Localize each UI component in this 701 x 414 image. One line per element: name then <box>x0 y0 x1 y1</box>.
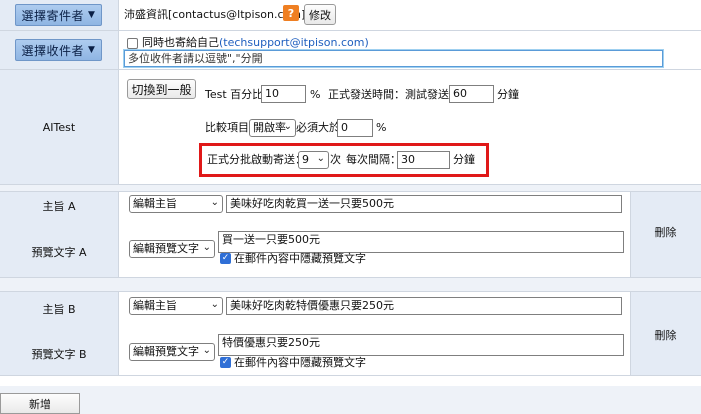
send-to-self-checkbox[interactable] <box>127 38 138 49</box>
dropdown-arrow-icon: ▼ <box>88 10 96 20</box>
divider <box>0 30 701 31</box>
divider <box>0 191 701 192</box>
chevron-down-icon: ⌄ <box>210 299 219 310</box>
chevron-down-icon: ⌄ <box>202 345 211 356</box>
edit-sender-button[interactable]: 修改 <box>304 4 336 25</box>
divider <box>118 0 119 184</box>
chevron-down-icon: ⌄ <box>202 242 211 253</box>
delete-b-button[interactable]: 刪除 <box>630 327 701 343</box>
self-email: (techsupport@itpison.com) <box>219 36 369 49</box>
divider <box>0 184 701 185</box>
divider <box>0 69 701 70</box>
compare-select[interactable]: 開啟率 ⌄ <box>249 119 296 137</box>
subject-b-input[interactable]: 美味好吃肉乾特價優惠只要250元 <box>226 297 622 315</box>
preview-b-select-value: 編輯預覽文字 <box>133 345 199 358</box>
preview-a-select[interactable]: 編輯預覽文字 ⌄ <box>129 240 215 258</box>
send-to-self-label: 同時也寄給自己(techsupport@itpison.com) <box>142 36 369 49</box>
test-percent-unit: % <box>310 88 321 101</box>
footer-bg <box>0 386 701 414</box>
must-exceed-input[interactable]: 0 <box>337 119 373 137</box>
batch-count-select[interactable]: 9 ⌄ <box>298 151 329 169</box>
delete-a-button[interactable]: 刪除 <box>630 224 701 240</box>
subject-b-select-value: 編輯主旨 <box>133 299 177 312</box>
chevron-down-icon: ⌄ <box>316 153 325 164</box>
between-variants-gap <box>0 277 701 291</box>
must-exceed-label: 必須大於 <box>296 121 340 134</box>
compare-label: 比較項目 <box>205 121 249 134</box>
official-time-label: 正式發送時間：測試發送後 <box>328 88 460 101</box>
preview-b-input[interactable]: 特價優惠只要250元 <box>218 334 624 356</box>
divider <box>118 191 119 277</box>
batch-send-label: 正式分批啟動寄送： <box>207 153 306 166</box>
preview-a-input[interactable]: 買一送一只要500元 <box>218 231 624 253</box>
divider <box>0 277 701 278</box>
help-icon[interactable]: ? <box>283 5 299 21</box>
compare-select-value: 開啟率 <box>253 121 286 134</box>
subject-b-label: 主旨 B <box>42 303 76 316</box>
recipient-input-placeholder: 多位收件者請以逗號","分開 <box>128 52 263 65</box>
select-sender-button[interactable]: 選擇寄件者 ▼ <box>15 4 102 26</box>
select-recipient-label: 選擇收件者 <box>21 43 85 58</box>
hide-preview-a-label: 在郵件內容中隱藏預覽文字 <box>234 252 366 265</box>
dropdown-arrow-icon: ▼ <box>88 45 96 55</box>
test-percent-label: Test 百分比 <box>205 88 264 101</box>
batch-count-value: 9 <box>302 153 309 166</box>
select-recipient-button[interactable]: 選擇收件者 ▼ <box>15 39 102 61</box>
subject-b-select[interactable]: 編輯主旨 ⌄ <box>129 297 223 315</box>
hide-preview-b-label: 在郵件內容中隱藏預覽文字 <box>234 356 366 369</box>
sender-value: 沛盛資訊[contactus@ltpison.com] <box>124 8 306 21</box>
preview-a-label: 預覽文字 A <box>31 246 87 259</box>
preview-a-select-value: 編輯預覽文字 <box>133 242 199 255</box>
subject-a-select[interactable]: 編輯主旨 ⌄ <box>129 195 223 213</box>
interval-unit: 分鐘 <box>453 153 475 166</box>
official-time-unit: 分鐘 <box>497 88 519 101</box>
subject-a-input[interactable]: 美味好吃肉乾買一送一只要500元 <box>226 195 622 213</box>
chevron-down-icon: ⌄ <box>283 121 292 132</box>
select-sender-label: 選擇寄件者 <box>21 8 85 23</box>
chevron-down-icon: ⌄ <box>210 197 219 208</box>
hide-preview-b-checkbox[interactable]: ✓ <box>220 357 231 368</box>
must-exceed-unit: % <box>376 121 387 134</box>
hide-preview-a-checkbox[interactable]: ✓ <box>220 253 231 264</box>
preview-b-label: 預覽文字 B <box>31 348 87 361</box>
interval-label: 每次間隔： <box>346 153 401 166</box>
recipient-input[interactable]: 多位收件者請以逗號","分開 <box>124 50 663 67</box>
divider <box>0 375 701 376</box>
aitest-row-gap-left <box>0 184 701 191</box>
divider <box>0 291 701 292</box>
batch-count-unit: 次 <box>330 153 341 166</box>
add-variant-button[interactable]: 新增 <box>0 393 80 414</box>
preview-b-select[interactable]: 編輯預覽文字 ⌄ <box>129 343 215 361</box>
subject-a-select-value: 編輯主旨 <box>133 197 177 210</box>
aitest-label: AITest <box>42 121 76 134</box>
divider <box>118 291 119 375</box>
test-percent-input[interactable]: 10 <box>261 85 306 103</box>
official-time-input[interactable]: 60 <box>449 85 494 103</box>
subject-a-label: 主旨 A <box>42 200 76 213</box>
interval-input[interactable]: 30 <box>397 151 450 169</box>
switch-to-normal-button[interactable]: 切換到一般 <box>127 79 196 99</box>
